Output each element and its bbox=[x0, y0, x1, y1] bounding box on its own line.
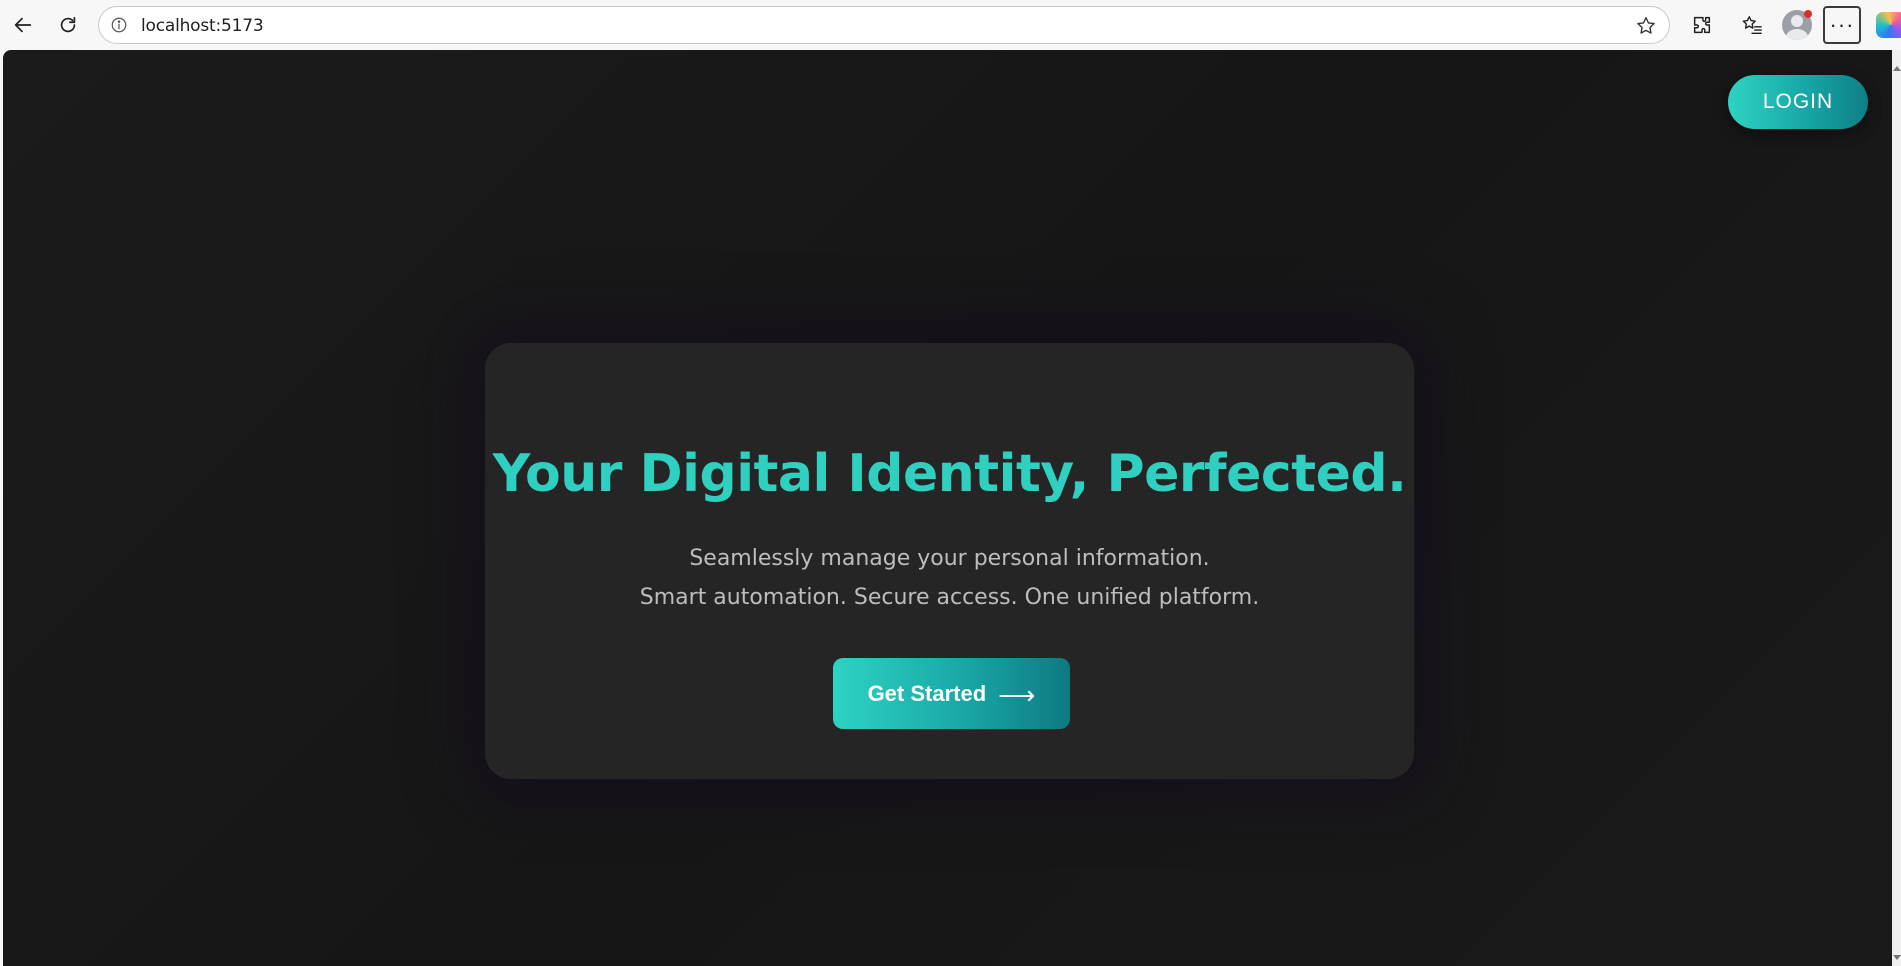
hero-subtitle-line2: Smart automation. Secure access. One uni… bbox=[639, 585, 1260, 610]
puzzle-icon[interactable] bbox=[1685, 8, 1719, 42]
back-arrow-icon[interactable] bbox=[6, 8, 40, 42]
hero-subtitle-line1: Seamlessly manage your personal informat… bbox=[689, 546, 1210, 571]
avatar-body bbox=[1786, 29, 1808, 40]
hero-card: Your Digital Identity, Perfected. Seamle… bbox=[485, 343, 1414, 779]
info-icon[interactable] bbox=[109, 15, 129, 35]
login-button[interactable]: LOGIN bbox=[1728, 75, 1868, 129]
ellipsis-icon[interactable]: ··· bbox=[1823, 6, 1861, 44]
favorites-list-icon[interactable] bbox=[1735, 8, 1769, 42]
arrow-right-icon: ⟶ bbox=[998, 679, 1036, 710]
get-started-button[interactable]: Get Started ⟶ bbox=[833, 658, 1070, 729]
hero-title: Your Digital Identity, Perfected. bbox=[492, 444, 1407, 504]
browser-toolbar: localhost:5173 ··· bbox=[0, 0, 1901, 50]
address-bar[interactable]: localhost:5173 bbox=[98, 6, 1670, 44]
reload-icon[interactable] bbox=[51, 8, 85, 42]
scroll-down-icon[interactable] bbox=[1893, 955, 1901, 960]
copilot-icon[interactable] bbox=[1876, 12, 1901, 38]
url-text[interactable]: localhost:5173 bbox=[141, 16, 264, 36]
notification-dot bbox=[1804, 10, 1812, 18]
avatar-head bbox=[1791, 15, 1803, 27]
vertical-scrollbar[interactable] bbox=[1892, 50, 1901, 966]
get-started-label: Get Started bbox=[867, 680, 987, 706]
star-icon[interactable] bbox=[1633, 13, 1659, 39]
scroll-up-icon[interactable] bbox=[1893, 66, 1901, 71]
page-viewport: LOGIN Your Digital Identity, Perfected. … bbox=[3, 50, 1892, 966]
